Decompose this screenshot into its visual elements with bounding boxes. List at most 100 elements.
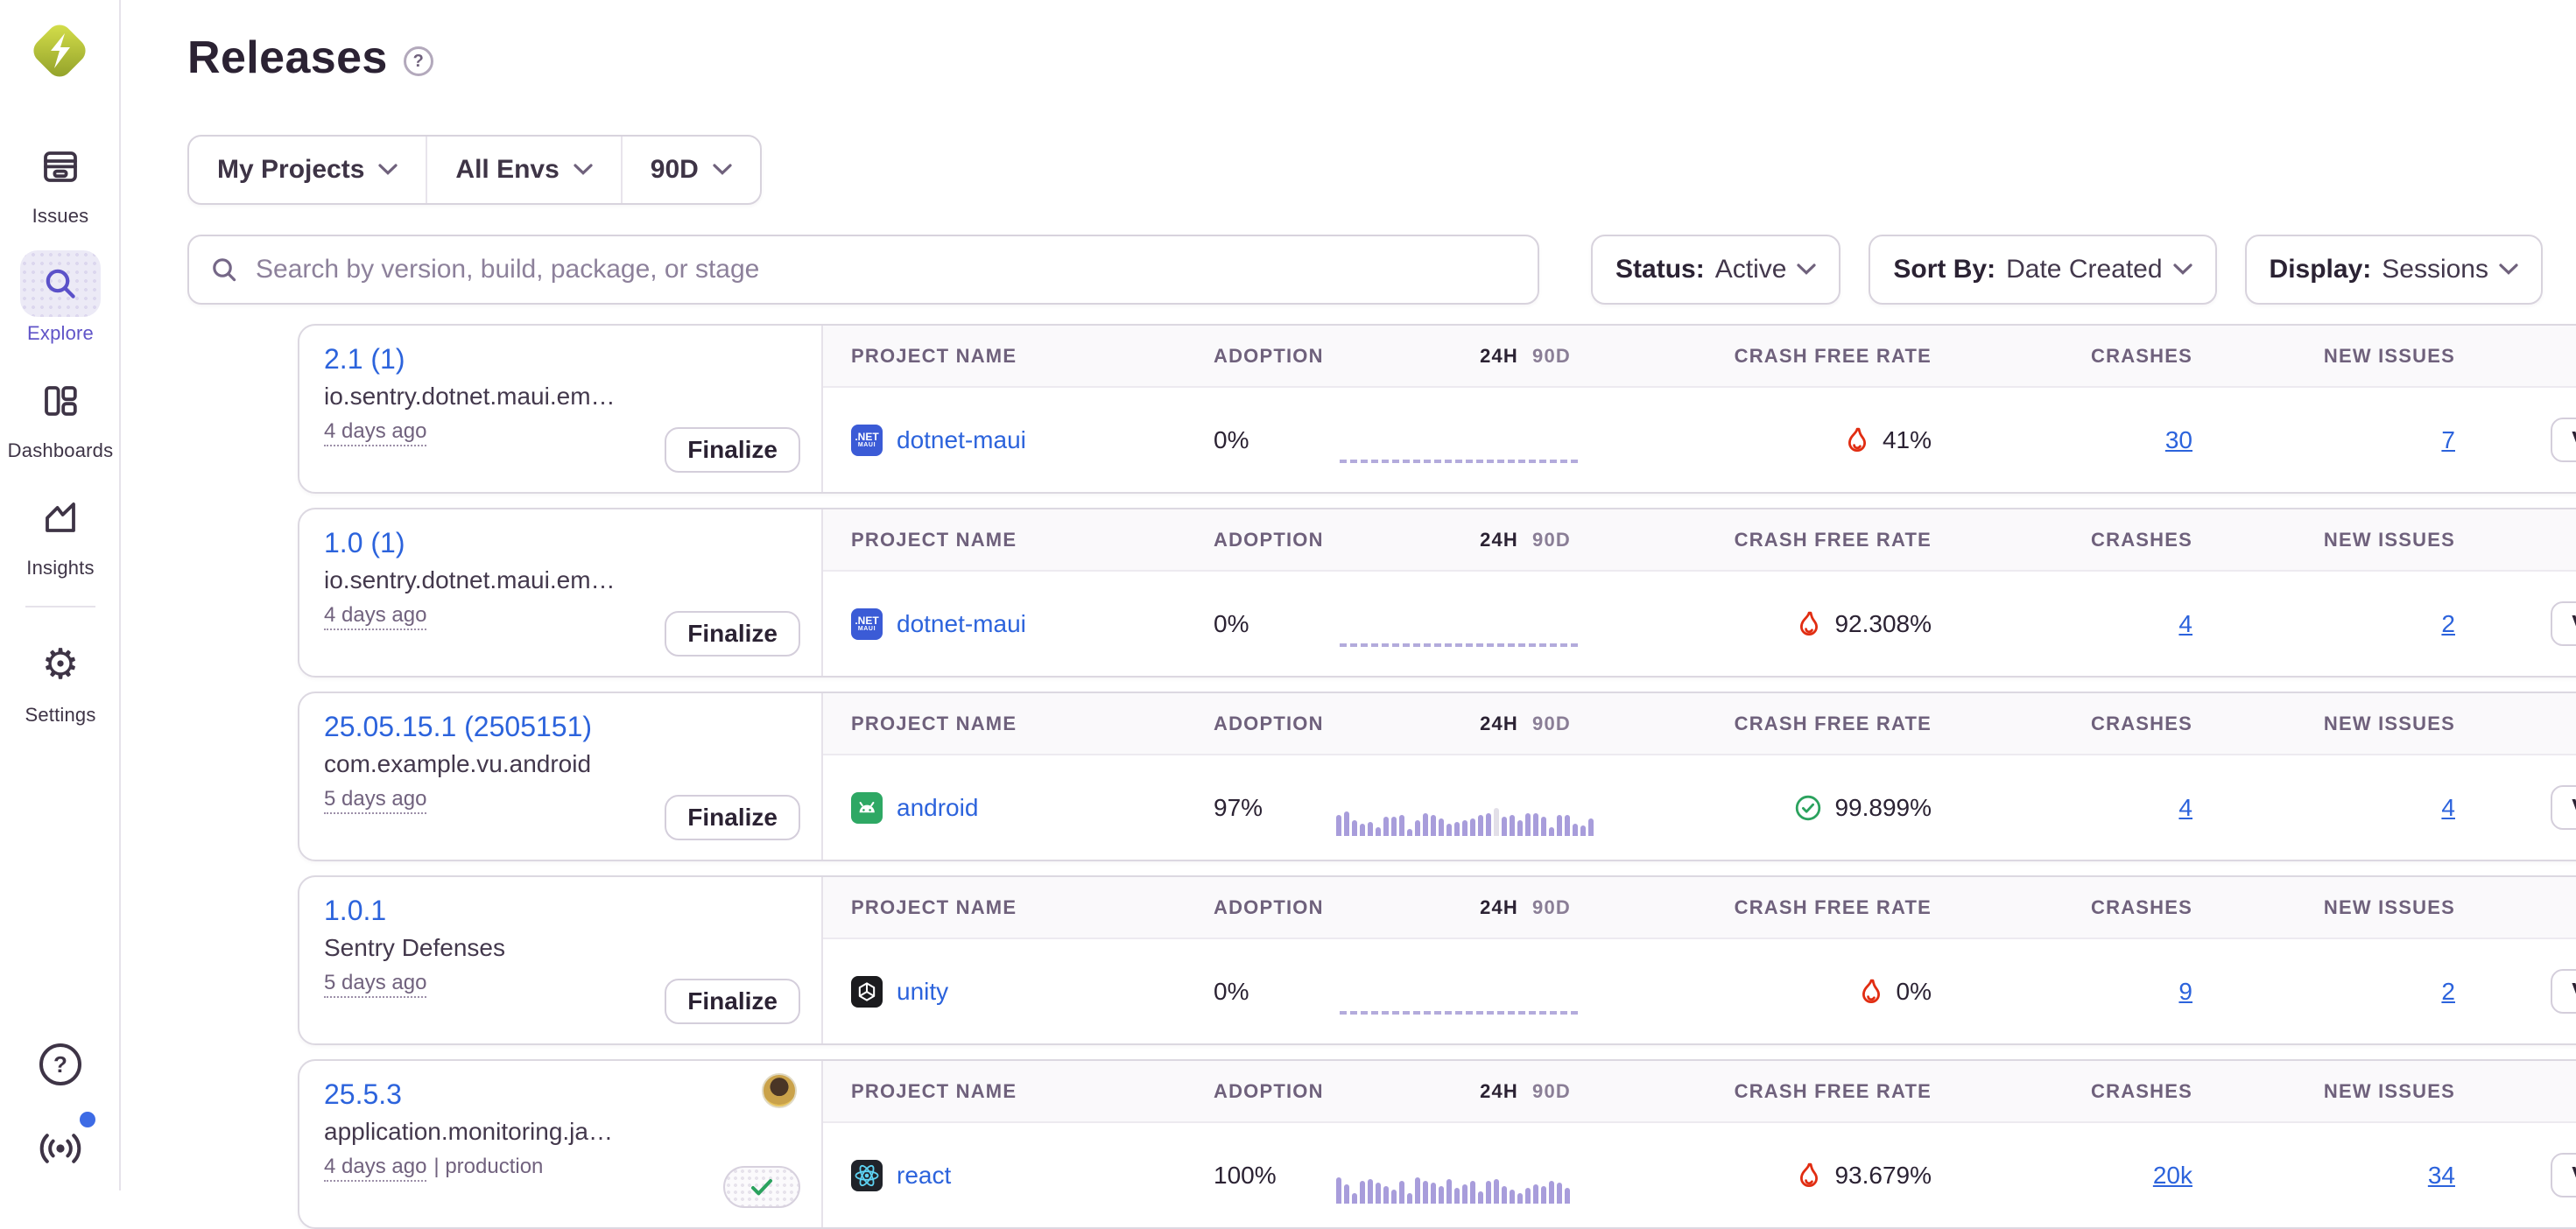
crashes-count-link[interactable]: 20k (2153, 1162, 2192, 1190)
project-link[interactable]: react (897, 1162, 951, 1190)
project-link[interactable]: dotnet-maui (897, 426, 1026, 454)
dashboards-icon (20, 368, 101, 434)
new-issues-count-link[interactable]: 34 (2428, 1162, 2455, 1190)
adoption-value: 0% (1193, 978, 1333, 1006)
col-crashes: CRASHES (2091, 896, 2192, 919)
sidebar-item-issues[interactable]: Issues (4, 133, 116, 228)
col-project-name: PROJECT NAME (851, 1080, 1193, 1103)
display-value: Sessions (2382, 255, 2488, 284)
col-chart-period: 24H 90D (1480, 529, 1595, 551)
period-24h-toggle[interactable]: 24H (1480, 345, 1518, 368)
display-dropdown[interactable]: Display: Sessions (2245, 235, 2543, 305)
release-age: 4 days ago (324, 603, 426, 630)
release-table: PROJECT NAME ADOPTION 24H 90D CRASH FREE… (823, 1061, 2576, 1227)
release-version-link[interactable]: 2.1 (1) (324, 343, 405, 376)
new-issues-count-link[interactable]: 4 (2441, 794, 2455, 822)
crash-free-value: 0% (1897, 978, 1932, 1006)
period-90d-toggle[interactable]: 90D (1532, 896, 1571, 919)
help-icon[interactable]: ? (39, 1043, 81, 1085)
finalize-button[interactable]: Finalize (665, 795, 800, 840)
period-90d-toggle[interactable]: 90D (1532, 1080, 1571, 1103)
search-box (187, 235, 1539, 305)
sidebar-item-explore[interactable]: Explore (4, 250, 116, 345)
crash-free-cell: 41% (1844, 426, 1932, 454)
period-24h-toggle[interactable]: 24H (1480, 713, 1518, 735)
adoption-value: 0% (1193, 610, 1333, 638)
release-package: io.sentry.dotnet.maui.em… (324, 383, 797, 411)
view-button[interactable]: View (2551, 785, 2576, 830)
view-button[interactable]: View (2551, 1153, 2576, 1197)
release-age: 4 days ago (324, 1155, 426, 1182)
whats-new-button[interactable] (36, 1124, 85, 1166)
release-version-link[interactable]: 1.0 (1) (324, 527, 405, 559)
view-button[interactable]: View (2551, 418, 2576, 462)
environment-filter-dropdown[interactable]: All Envs (426, 137, 620, 203)
chevron-down-icon (713, 164, 732, 176)
col-adoption: ADOPTION (1193, 345, 1333, 368)
crash-free-icon (1844, 426, 1870, 454)
sort-by-dropdown[interactable]: Sort By: Date Created (1869, 235, 2216, 305)
period-90d-toggle[interactable]: 90D (1532, 713, 1571, 735)
new-issues-count-link[interactable]: 2 (2441, 610, 2455, 638)
releases-help-icon[interactable]: ? (404, 46, 433, 76)
release-project-row: .NETMAUI dotnet-maui 0% 92.308% 4 2 View (823, 572, 2576, 676)
table-header-row: PROJECT NAME ADOPTION 24H 90D CRASH FREE… (823, 693, 2576, 755)
col-project-name: PROJECT NAME (851, 345, 1193, 368)
crash-free-value: 92.308% (1834, 610, 1932, 638)
period-24h-toggle[interactable]: 24H (1480, 529, 1518, 551)
col-new-issues: NEW ISSUES (2324, 896, 2455, 919)
crashes-count-link[interactable]: 30 (2165, 426, 2192, 454)
period-24h-toggle[interactable]: 24H (1480, 1080, 1518, 1103)
release-project-row: react 100% 93.679% 20k 34 View (823, 1123, 2576, 1227)
date-range-dropdown[interactable]: 90D (621, 137, 760, 203)
release-version-link[interactable]: 1.0.1 (324, 895, 386, 927)
period-90d-toggle[interactable]: 90D (1532, 529, 1571, 551)
flat-adoption-line (1340, 1011, 1578, 1015)
release-card: 2.1 (1) io.sentry.dotnet.maui.em… 4 days… (298, 324, 2576, 494)
crash-free-icon (1794, 794, 1822, 822)
crashes-count-link[interactable]: 4 (2178, 794, 2192, 822)
check-icon (750, 1176, 774, 1197)
finalize-button[interactable]: Finalize (665, 979, 800, 1024)
sort-by-label: Sort By: (1893, 255, 1995, 284)
crashes-count-link[interactable]: 4 (2178, 610, 2192, 638)
col-adoption: ADOPTION (1193, 1080, 1333, 1103)
issues-icon (20, 133, 101, 200)
period-90d-toggle[interactable]: 90D (1532, 345, 1571, 368)
col-chart-period: 24H 90D (1480, 896, 1595, 919)
view-button[interactable]: View (2551, 601, 2576, 646)
release-version-link[interactable]: 25.5.3 (324, 1078, 402, 1111)
col-project-name: PROJECT NAME (851, 529, 1193, 551)
adoption-value: 100% (1193, 1162, 1333, 1190)
status-dropdown[interactable]: Status: Active (1591, 235, 1841, 305)
org-logo[interactable] (28, 19, 91, 82)
col-project-name: PROJECT NAME (851, 713, 1193, 735)
crashes-count-link[interactable]: 9 (2178, 978, 2192, 1006)
view-button[interactable]: View (2551, 969, 2576, 1014)
release-version-link[interactable]: 25.05.15.1 (2505151) (324, 711, 592, 743)
view-cell: View (2551, 418, 2576, 462)
sidebar-nav: Issues Explore Dashboa (0, 133, 121, 749)
finalize-button[interactable]: Finalize (665, 611, 800, 657)
page-title: Releases (187, 32, 388, 84)
sidebar-item-settings[interactable]: ⚙ Settings (4, 632, 116, 727)
project-filter-dropdown[interactable]: My Projects (189, 137, 426, 203)
react-icon (851, 1160, 883, 1191)
project-link[interactable]: unity (897, 978, 948, 1006)
search-input[interactable] (187, 235, 1539, 305)
flat-adoption-line (1340, 643, 1578, 647)
release-table: PROJECT NAME ADOPTION 24H 90D CRASH FREE… (823, 693, 2576, 860)
project-link[interactable]: android (897, 794, 978, 822)
finalize-button[interactable]: Finalize (665, 427, 800, 473)
environment-filter-value: All Envs (455, 155, 559, 185)
period-24h-toggle[interactable]: 24H (1480, 896, 1518, 919)
release-package: com.example.vu.android (324, 750, 797, 778)
release-table: PROJECT NAME ADOPTION 24H 90D CRASH FREE… (823, 326, 2576, 492)
sidebar-item-dashboards[interactable]: Dashboards (4, 368, 116, 462)
new-issues-count-link[interactable]: 7 (2441, 426, 2455, 454)
new-issues-count-link[interactable]: 2 (2441, 978, 2455, 1006)
project-cell: .NETMAUI dotnet-maui (851, 425, 1193, 456)
finalized-check-button[interactable] (723, 1166, 800, 1208)
project-link[interactable]: dotnet-maui (897, 610, 1026, 638)
sidebar-item-insights[interactable]: Insights (4, 485, 116, 579)
